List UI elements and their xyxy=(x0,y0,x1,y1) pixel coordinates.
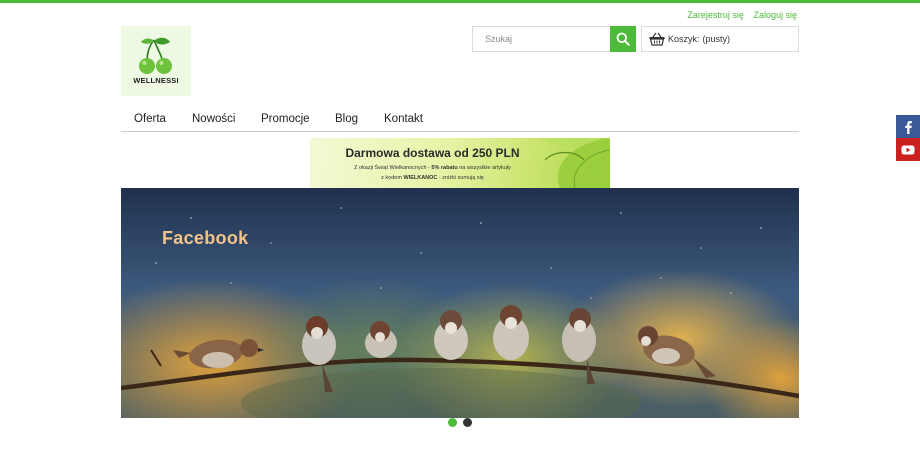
nav-item-oferta[interactable]: Oferta xyxy=(134,113,166,125)
facebook-link[interactable] xyxy=(896,115,920,138)
search-box xyxy=(472,26,636,52)
promo-line-2: z kodem WIELKANOC - zniżki sumują się xyxy=(381,175,484,181)
register-link[interactable]: Zarejestruj się xyxy=(687,10,744,20)
facebook-icon xyxy=(905,120,912,134)
cart-status: (pusty) xyxy=(702,34,731,44)
logo-text: WELLNESSI xyxy=(133,76,179,85)
social-sidebar xyxy=(896,115,920,161)
youtube-icon xyxy=(901,145,915,154)
slider-dot-1[interactable] xyxy=(448,418,457,427)
main-navigation: Oferta Nowości Promocje Blog Kontakt xyxy=(121,110,799,132)
nav-item-kontakt[interactable]: Kontakt xyxy=(384,113,423,125)
basket-icon xyxy=(649,32,665,46)
cart-label: Koszyk: xyxy=(668,34,700,44)
sparrows-photo xyxy=(121,188,799,418)
promo-line-1: Z okazji Świąt Wielkanocnych - 5% rabatu… xyxy=(354,165,511,171)
search-input[interactable] xyxy=(472,26,610,52)
cart-button[interactable]: Koszyk: (pusty) xyxy=(641,26,799,52)
promo-title: Darmowa dostawa od 250 PLN xyxy=(345,146,520,160)
cherries-icon xyxy=(139,37,172,74)
user-links: Zarejestruj się Zaloguj się xyxy=(680,10,797,20)
search-button[interactable] xyxy=(610,26,636,52)
site-logo[interactable]: WELLNESSI xyxy=(121,26,191,96)
top-accent-bar xyxy=(0,0,920,3)
hero-slider[interactable]: Facebook xyxy=(121,188,799,418)
search-icon xyxy=(616,32,630,46)
promo-banner[interactable]: Darmowa dostawa od 250 PLN Z okazji Świą… xyxy=(310,138,610,188)
nav-item-blog[interactable]: Blog xyxy=(335,113,358,125)
youtube-link[interactable] xyxy=(896,138,920,161)
slider-dot-2[interactable] xyxy=(463,418,472,427)
slide-title: Facebook xyxy=(162,228,249,248)
login-link[interactable]: Zaloguj się xyxy=(753,10,797,20)
nav-item-promocje[interactable]: Promocje xyxy=(261,113,310,125)
nav-item-nowosci[interactable]: Nowości xyxy=(192,113,235,125)
